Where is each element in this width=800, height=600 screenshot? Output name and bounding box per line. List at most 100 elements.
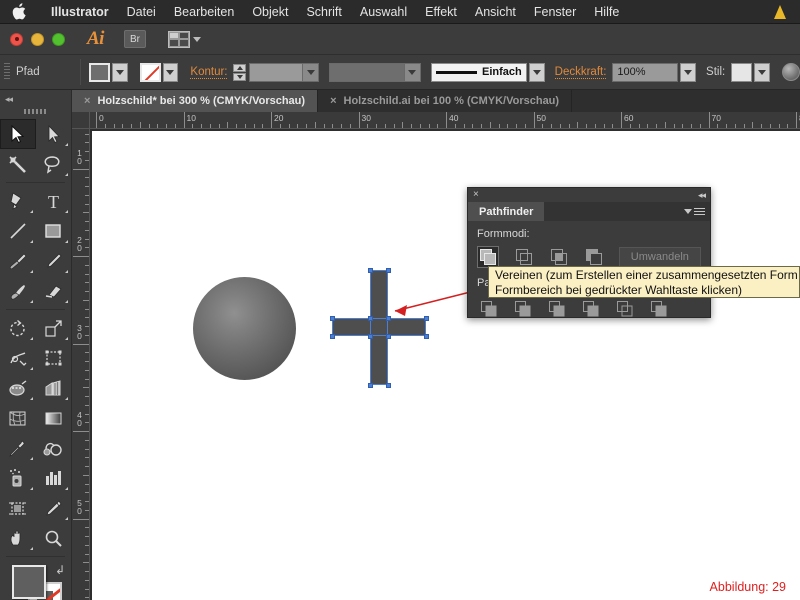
menu-objekt[interactable]: Objekt [243,0,297,24]
fill-swatch-dropdown[interactable] [111,62,128,82]
menu-effekt[interactable]: Effekt [416,0,466,24]
graphic-style-swatch[interactable] [731,62,753,82]
expand-button[interactable]: Umwandeln [618,246,702,268]
style-dropdown[interactable] [754,62,771,82]
close-icon[interactable]: × [84,95,90,107]
lasso-tool[interactable] [36,149,72,179]
stroke-style-dropdown[interactable] [528,62,545,82]
stroke-swatch-dropdown[interactable] [162,62,179,82]
opacity-label[interactable]: Deckkraft: [554,66,607,79]
pen-tool[interactable] [0,186,36,216]
gradient-sphere-shape[interactable] [193,277,296,380]
menu-fenster[interactable]: Fenster [525,0,585,24]
menu-datei[interactable]: Datei [118,0,165,24]
stroke-weight-field[interactable] [249,62,320,82]
anchor-point[interactable] [367,315,373,321]
menu-auswahl[interactable]: Auswahl [351,0,416,24]
rotate-tool[interactable] [0,313,36,343]
close-icon[interactable]: × [473,190,479,200]
perspective-grid-tool[interactable] [36,373,72,403]
bridge-button[interactable]: Br [123,30,146,48]
chevron-down-icon[interactable] [302,63,319,81]
menu-illustrator[interactable]: Illustrator [42,0,118,24]
close-icon[interactable]: × [330,95,336,107]
symbol-sprayer-tool[interactable] [0,463,36,493]
mesh-tool[interactable] [0,403,36,433]
collapse-panel-icon[interactable]: ◂◂ [698,190,706,201]
ruler-origin-corner[interactable] [72,112,90,129]
outline-button[interactable] [613,298,637,320]
unite-button[interactable] [477,246,500,268]
stroke-weight-stepper[interactable] [233,63,247,81]
cross-shape[interactable] [329,267,429,388]
stroke-weight-label[interactable]: Kontur: [190,66,228,79]
rectangle-tool[interactable] [36,216,72,246]
type-tool[interactable]: T [36,186,72,216]
anchor-point[interactable] [385,382,391,388]
anchor-point[interactable] [367,333,373,339]
apple-logo-icon[interactable] [12,3,26,20]
anchor-point[interactable] [367,382,373,388]
vertical-ruler[interactable]: 10 20 30 40 50 [72,129,90,600]
close-window-button[interactable] [10,32,23,46]
blob-brush-tool[interactable] [0,276,36,306]
anchor-point[interactable] [329,315,335,321]
menu-ansicht[interactable]: Ansicht [466,0,525,24]
blend-tool[interactable] [36,433,72,463]
chevron-down-icon[interactable] [403,63,420,81]
zoom-window-button[interactable] [52,32,65,46]
menu-hilfe[interactable]: Hilfe [585,0,628,24]
fill-color-control[interactable] [12,565,46,599]
line-segment-tool[interactable] [0,216,36,246]
trim-button[interactable] [511,298,535,320]
opacity-value-field[interactable]: 100% [612,62,679,82]
minimize-window-button[interactable] [31,32,44,46]
divide-button[interactable] [477,298,501,320]
slice-tool[interactable] [36,493,72,523]
column-graph-tool[interactable] [36,463,72,493]
intersect-button[interactable] [548,246,570,268]
document-tab-active[interactable]: × Holzschild* bei 300 % (CMYK/Vorschau) [72,90,319,112]
warning-triangle-icon[interactable] [770,3,790,21]
gradient-tool[interactable] [36,403,72,433]
opacity-dropdown[interactable] [680,62,697,82]
free-transform-tool[interactable] [36,343,72,373]
stroke-color-swatch[interactable] [139,62,161,82]
magic-wand-tool[interactable] [0,149,36,179]
fill-color-swatch[interactable] [88,62,110,82]
anchor-point[interactable] [385,267,391,273]
pencil-tool[interactable] [36,246,72,276]
eyedropper-tool[interactable] [0,433,36,463]
stroke-style-field[interactable]: Einfach [430,62,527,82]
scale-tool[interactable] [36,313,72,343]
menu-schrift[interactable]: Schrift [297,0,350,24]
anchor-point[interactable] [423,315,429,321]
shape-builder-tool[interactable] [0,373,36,403]
control-bar-grip[interactable] [4,63,10,81]
minus-front-button[interactable] [512,246,534,268]
anchor-point[interactable] [385,333,391,339]
arrange-documents-button[interactable] [167,30,201,48]
swap-fill-stroke-icon[interactable]: ↲ [55,563,65,577]
selection-tool[interactable] [0,119,36,149]
menu-bearbeiten[interactable]: Bearbeiten [165,0,243,24]
direct-selection-tool[interactable] [36,119,72,149]
horizontal-ruler[interactable]: 01020304050607080 [90,112,800,129]
anchor-point[interactable] [329,333,335,339]
hand-tool[interactable] [0,523,36,553]
panel-menu-icon[interactable] [684,202,710,221]
paintbrush-tool[interactable] [0,246,36,276]
minus-back-button[interactable] [647,298,671,320]
artboard-tool[interactable] [0,493,36,523]
width-tool[interactable] [0,343,36,373]
collapse-panel-icon[interactable]: ◂◂ [0,90,71,105]
anchor-point[interactable] [423,333,429,339]
document-tab-inactive[interactable]: × Holzschild.ai bei 100 % (CMYK/Vorschau… [318,90,573,112]
eraser-tool[interactable] [36,276,72,306]
render-globe-icon[interactable] [782,63,800,81]
crop-button[interactable] [579,298,603,320]
exclude-button[interactable] [583,246,605,268]
anchor-point[interactable] [367,267,373,273]
anchor-point[interactable] [385,315,391,321]
stroke-profile-field[interactable] [329,62,421,82]
